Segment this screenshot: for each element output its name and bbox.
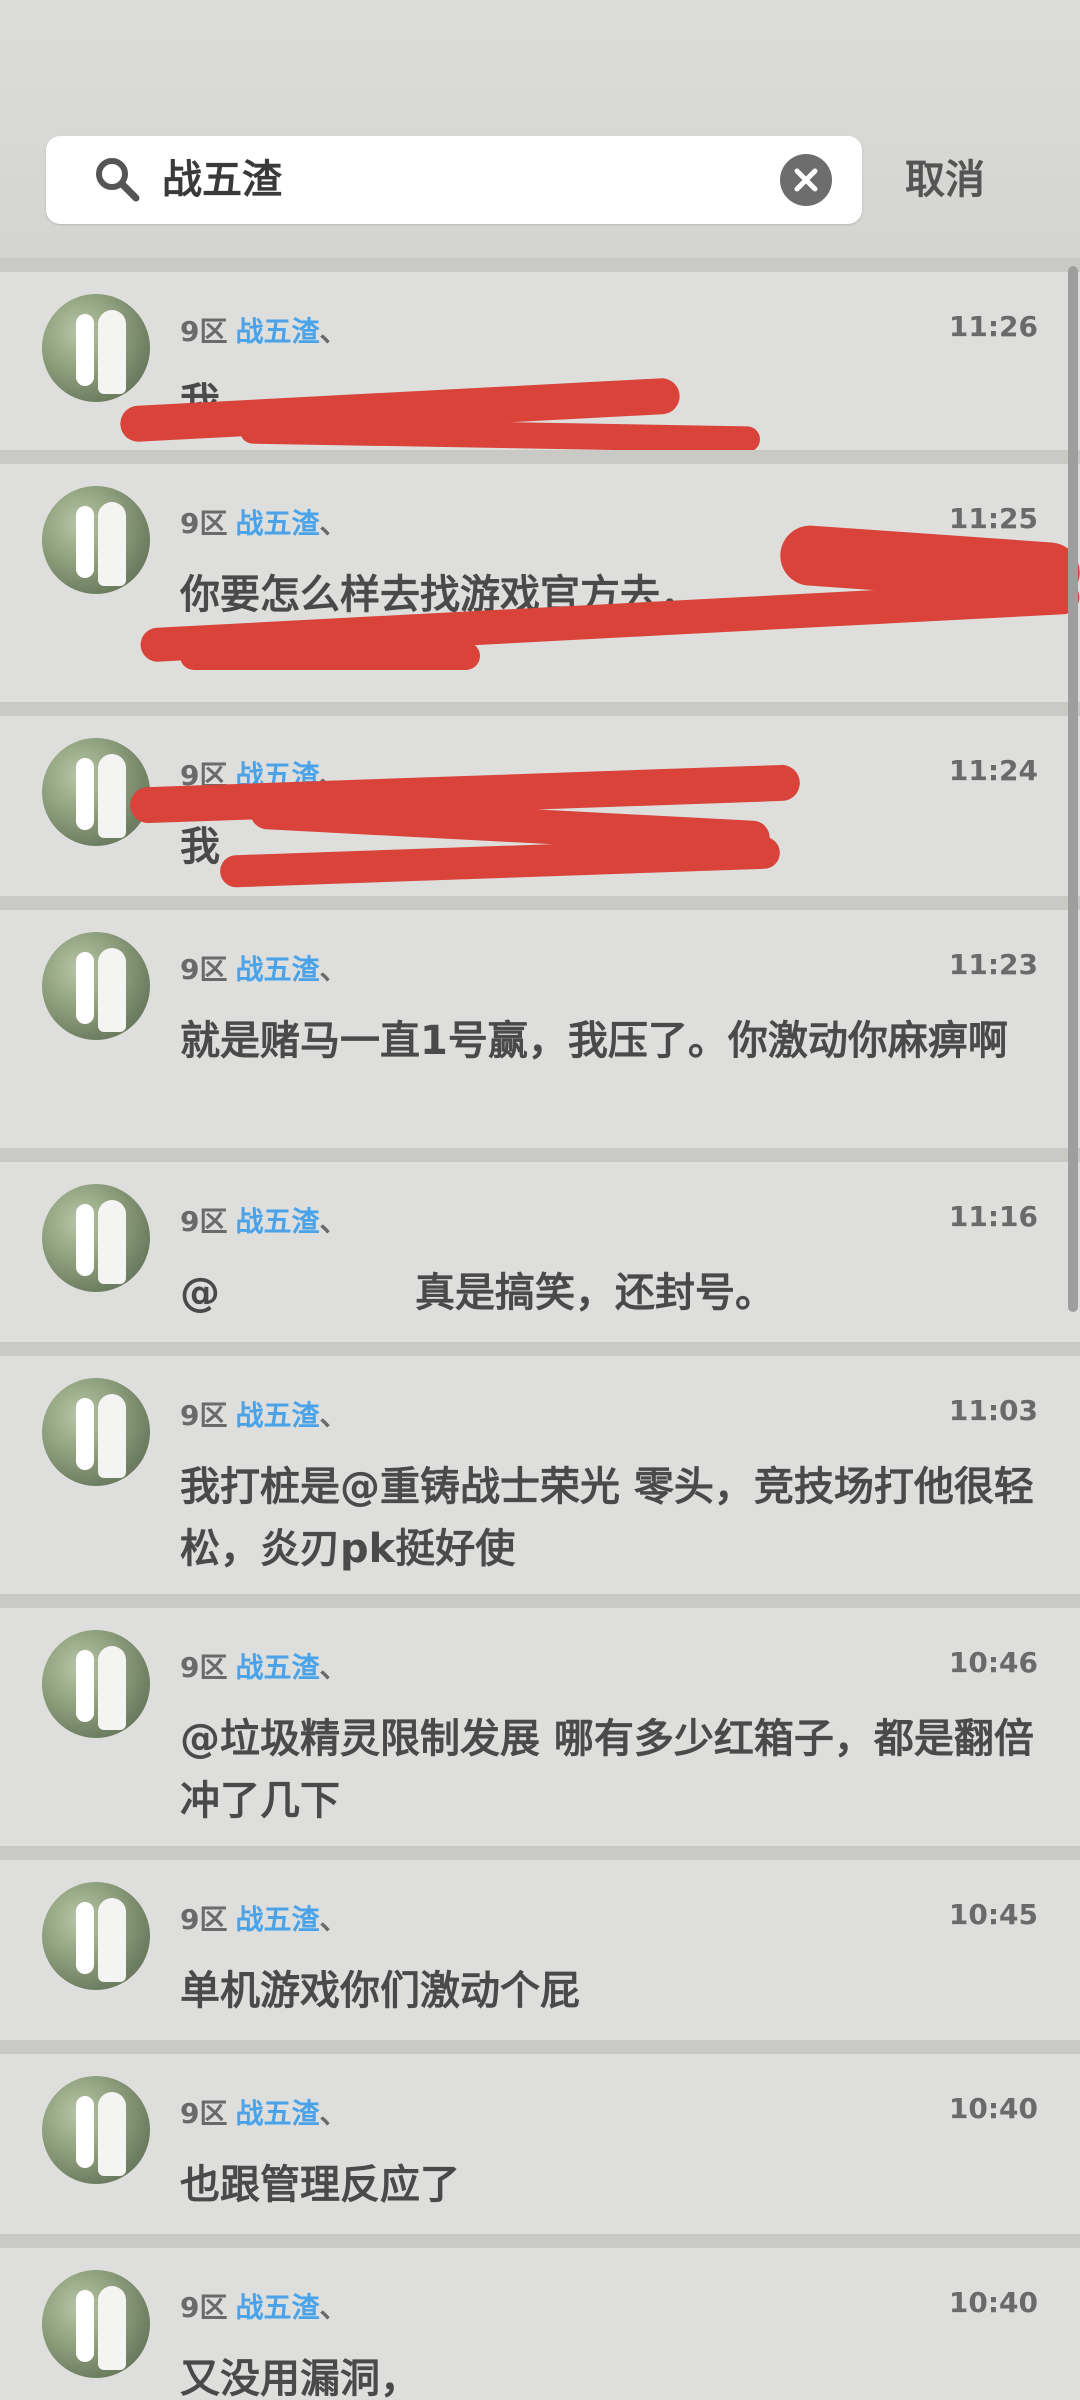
search-icon	[96, 158, 140, 202]
sender-meta: 9区 战五渣、	[180, 315, 348, 348]
redaction-mark	[180, 642, 480, 670]
cancel-button[interactable]: 取消	[905, 136, 985, 224]
message-time: 11:23	[948, 948, 1038, 981]
sender-meta: 9区 战五渣、	[180, 2097, 348, 2130]
list-item[interactable]: 9区 战五渣、 10:40 也跟管理反应了	[0, 2040, 1080, 2234]
search-header: 战五渣 取消	[0, 0, 1080, 258]
sender-meta: 9区 战五渣、	[180, 1205, 348, 1238]
sender-name: 战五渣	[235, 507, 320, 540]
avatar[interactable]	[42, 1184, 150, 1292]
message-time: 11:26	[948, 310, 1038, 343]
sender-name: 战五渣	[235, 315, 320, 348]
message-results-list[interactable]: 9区战五渣、 11:26 我 9区战五渣、 11:25 你要怎么样去找游戏官方去…	[0, 258, 1080, 2400]
message-text: 又没用漏洞，	[180, 2356, 420, 2400]
clear-search-icon[interactable]	[780, 154, 832, 206]
message-time: 11:24	[948, 754, 1038, 787]
avatar[interactable]	[42, 1882, 150, 1990]
sender-name: 战五渣	[235, 2097, 320, 2130]
search-input[interactable]: 战五渣	[46, 136, 862, 224]
list-item[interactable]: 9区 战五渣、 11:23 就是赌马一直1号赢，我压了。你激动你麻痹啊	[0, 896, 1080, 1148]
avatar[interactable]	[42, 294, 150, 402]
message-time: 10:46	[948, 1646, 1038, 1679]
avatar[interactable]	[42, 2270, 150, 2378]
list-item[interactable]: 9区 战五渣、 10:45 单机游戏你们激动个屁	[0, 1846, 1080, 2040]
sender-meta: 9区 战五渣、	[180, 1651, 348, 1684]
message-time: 10:45	[948, 1898, 1038, 1931]
message-text: 也跟管理反应了	[180, 2162, 460, 2208]
avatar[interactable]	[42, 1378, 150, 1486]
sender-name: 战五渣	[235, 1205, 320, 1238]
sender-name: 战五渣	[235, 2291, 320, 2324]
sender-name: 战五渣	[235, 1651, 320, 1684]
avatar[interactable]	[42, 932, 150, 1040]
avatar[interactable]	[42, 2076, 150, 2184]
search-query-text: 战五渣	[162, 157, 282, 203]
message-text: @垃圾精灵限制发展 哪有多少红箱子，都是翻倍冲了几下	[180, 1716, 1034, 1824]
message-time: 10:40	[948, 2286, 1038, 2319]
sender-name: 战五渣	[235, 953, 320, 986]
message-time: 11:16	[948, 1200, 1038, 1233]
list-item[interactable]: 9区 战五渣、 10:40 又没用漏洞，	[0, 2234, 1080, 2400]
sender-name: 战五渣	[235, 1903, 320, 1936]
list-item[interactable]: 9区 战五渣、 10:46 @垃圾精灵限制发展 哪有多少红箱子，都是翻倍冲了几下	[0, 1594, 1080, 1846]
sender-meta: 9区 战五渣、	[180, 1903, 348, 1936]
avatar[interactable]	[42, 486, 150, 594]
message-text: 我打桩是@重铸战士荣光 零头，竞技场打他很轻松，炎刃pk挺好使	[180, 1464, 1034, 1572]
sender-meta: 9区 战五渣、	[180, 953, 348, 986]
sender-meta: 9区 战五渣、	[180, 2291, 348, 2324]
message-time: 11:25	[948, 502, 1038, 535]
sender-name: 战五渣	[235, 1399, 320, 1432]
list-item[interactable]: 9区战五渣、 11:26 我	[0, 258, 1080, 453]
list-item[interactable]: 9区 战五渣、 11:03 我打桩是@重铸战士荣光 零头，竞技场打他很轻松，炎刃p…	[0, 1342, 1080, 1594]
list-item[interactable]: 9区 战五渣、 11:25 你要怎么样去找游戏官方去，	[0, 450, 1080, 702]
message-text: 就是赌马一直1号赢，我压了。你激动你麻痹啊	[180, 1018, 1008, 1064]
message-text: @ 真是搞笑，还封号。	[180, 1270, 775, 1316]
message-time: 10:40	[948, 2092, 1038, 2125]
scrollbar[interactable]	[1068, 266, 1078, 1312]
list-item[interactable]: 9区 战五渣、 11:24 我	[0, 702, 1080, 896]
list-item[interactable]: 9区 战五渣、 11:16 @ 真是搞笑，还封号。	[0, 1148, 1080, 1342]
message-time: 11:03	[948, 1394, 1038, 1427]
message-text: 单机游戏你们激动个屁	[180, 1968, 580, 2014]
avatar[interactable]	[42, 1630, 150, 1738]
sender-meta: 9区 战五渣、	[180, 1399, 348, 1432]
sender-meta: 9区 战五渣、	[180, 507, 348, 540]
